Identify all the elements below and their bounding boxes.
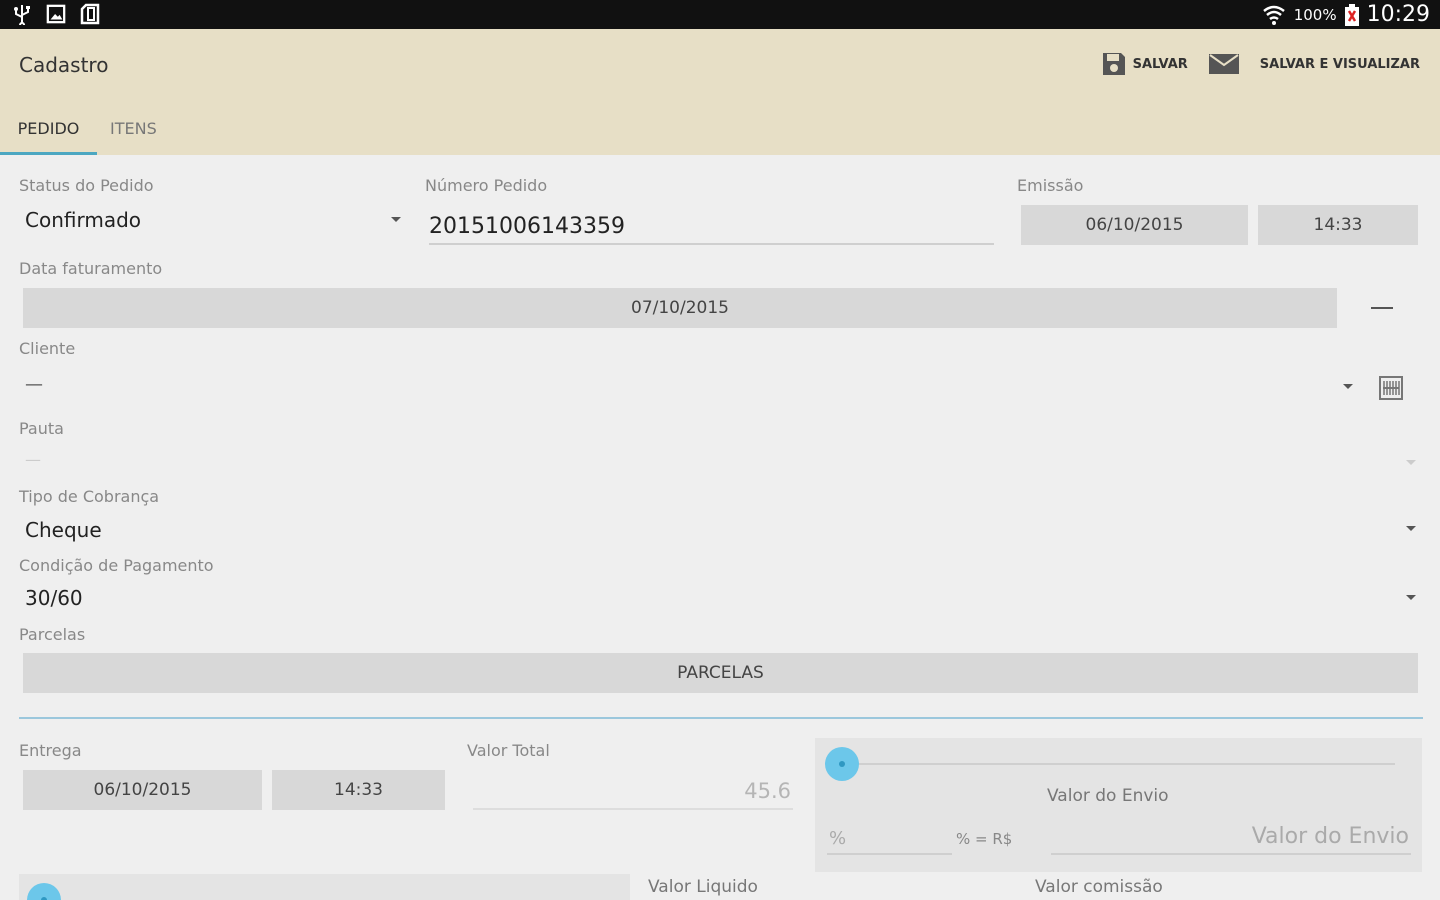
valor-total-underline [473, 808, 793, 810]
dropdown-arrow-icon [1406, 460, 1416, 465]
condicao-value: 30/60 [25, 586, 83, 610]
usb-icon [14, 5, 30, 25]
valor-comissao-label: Valor comissão [1035, 877, 1163, 897]
mail-icon [1208, 54, 1239, 74]
envio-percent-underline [827, 853, 952, 855]
faturamento-date-button[interactable]: 07/10/2015 [23, 288, 1337, 328]
condicao-spinner[interactable]: 30/60 [19, 580, 1421, 616]
valor-total-field: 45.6 [473, 775, 793, 811]
clock: 10:29 [1366, 2, 1430, 27]
minus-icon [1371, 307, 1393, 309]
battery-low-icon [1344, 3, 1359, 26]
save-icon [1102, 53, 1125, 75]
status-bar-notifications [12, 3, 100, 25]
cliente-spinner[interactable]: — [19, 368, 1359, 408]
pauta-value: — [25, 450, 41, 469]
envio-value-placeholder: Valor do Envio [1251, 824, 1409, 849]
dropdown-arrow-icon [1343, 384, 1353, 389]
numero-pedido-underline [429, 243, 994, 245]
numero-pedido-field[interactable]: 20151006143359 [429, 214, 625, 239]
action-bar-actions: SALVAR SALVAR E VISUALIZAR [1091, 49, 1430, 79]
pauta-spinner[interactable]: — [19, 446, 1421, 480]
status-spinner[interactable]: Confirmado [19, 200, 409, 240]
cliente-value: — [25, 374, 43, 395]
cobranca-value: Cheque [25, 518, 102, 542]
emissao-date-button[interactable]: 06/10/2015 [1021, 205, 1248, 245]
valor-liquido-label: Valor Liquido [648, 877, 758, 897]
dropdown-arrow-icon [1406, 526, 1416, 531]
liquido-slider-thumb[interactable] [27, 883, 61, 900]
envio-value-field[interactable]: Valor do Envio [1051, 822, 1411, 856]
battery-percent: 100% [1293, 5, 1337, 24]
valor-total-label: Valor Total [467, 741, 550, 760]
tab-bar: PEDIDO ITENS [0, 101, 177, 155]
wifi-icon [1262, 5, 1285, 25]
dropdown-arrow-icon [391, 217, 401, 222]
faturamento-label: Data faturamento [19, 259, 163, 278]
envio-conversion-label: % = R$ [956, 830, 1013, 848]
entrega-date-button[interactable]: 06/10/2015 [23, 770, 262, 810]
condicao-label: Condição de Pagamento [19, 556, 214, 575]
action-bar: Cadastro SALVAR SALVAR E VISUALIZAR PEDI… [0, 29, 1440, 155]
cobranca-label: Tipo de Cobrança [19, 487, 160, 506]
dropdown-arrow-icon [1406, 595, 1416, 600]
parcelas-button[interactable]: PARCELAS [23, 653, 1418, 693]
cobranca-spinner[interactable]: Cheque [19, 512, 1421, 548]
emissao-label: Emissão [1017, 176, 1084, 195]
status-bar-system: 100% 10:29 [1262, 2, 1430, 27]
image-icon [46, 4, 66, 24]
barcode-scan-icon[interactable] [1378, 375, 1404, 401]
numero-pedido-label: Número Pedido [425, 176, 548, 195]
envio-slider-thumb[interactable] [825, 747, 859, 781]
clear-faturamento-button[interactable] [1362, 292, 1402, 324]
page-title: Cadastro [19, 53, 109, 77]
envio-percent-placeholder: % [829, 828, 847, 849]
entrega-time-button[interactable]: 14:33 [272, 770, 445, 810]
status-value: Confirmado [25, 208, 142, 232]
liquido-panel [19, 874, 630, 900]
envio-title: Valor do Envio [1047, 786, 1169, 806]
save-and-view-button-label: SALVAR E VISUALIZAR [1259, 56, 1420, 72]
status-label: Status do Pedido [19, 176, 154, 195]
section-divider [19, 717, 1423, 719]
save-button-label: SALVAR [1132, 56, 1188, 72]
envio-slider-track [842, 763, 1395, 765]
emissao-time-button[interactable]: 14:33 [1258, 205, 1418, 245]
save-button[interactable]: SALVAR [1091, 49, 1198, 79]
cliente-label: Cliente [19, 339, 76, 358]
valor-total-value: 45.6 [744, 779, 791, 803]
parcelas-label: Parcelas [19, 625, 86, 644]
tab-itens[interactable]: ITENS [97, 101, 177, 155]
pauta-label: Pauta [19, 419, 64, 438]
envio-percent-field[interactable]: % [827, 826, 952, 856]
entrega-label: Entrega [19, 741, 82, 760]
status-bar: 100% 10:29 [0, 0, 1440, 29]
tab-pedido[interactable]: PEDIDO [0, 101, 97, 155]
envio-value-underline [1051, 853, 1411, 855]
save-and-view-button[interactable]: SALVAR E VISUALIZAR [1198, 49, 1430, 79]
envio-panel: Valor do Envio % % = R$ Valor do Envio [815, 738, 1422, 872]
sd-card-icon [80, 3, 100, 25]
